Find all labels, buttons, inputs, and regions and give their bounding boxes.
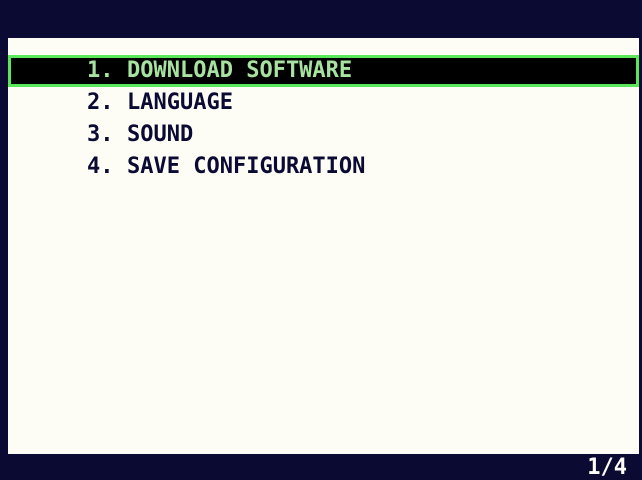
menu-item-label: DOWNLOAD SOFTWARE	[127, 58, 353, 83]
menu-item-label: SOUND	[127, 122, 194, 147]
menu-item-sound[interactable]: 3. SOUND	[8, 119, 639, 151]
menu-item-label: SAVE CONFIGURATION	[127, 154, 366, 179]
menu-item-download-software[interactable]: 1. DOWNLOAD SOFTWARE	[8, 55, 639, 87]
status-bar: 1/4	[8, 454, 639, 480]
device-screen: 1. DOWNLOAD SOFTWARE 2. LANGUAGE 3. SOUND 4…	[0, 0, 642, 480]
menu-item-number: 4.	[87, 154, 114, 179]
page-indicator: 1/4	[587, 455, 627, 480]
menu-item-label: LANGUAGE	[127, 90, 233, 115]
menu-item-number: 2.	[87, 90, 114, 115]
menu-item-language[interactable]: 2. LANGUAGE	[8, 87, 639, 119]
menu-item-number: 1.	[87, 58, 114, 83]
settings-menu: 1. DOWNLOAD SOFTWARE 2. LANGUAGE 3. SOUND 4…	[8, 55, 639, 183]
menu-item-number: 3.	[87, 122, 114, 147]
menu-item-save-configuration[interactable]: 4. SAVE CONFIGURATION	[8, 151, 639, 183]
title-bar	[8, 0, 639, 38]
